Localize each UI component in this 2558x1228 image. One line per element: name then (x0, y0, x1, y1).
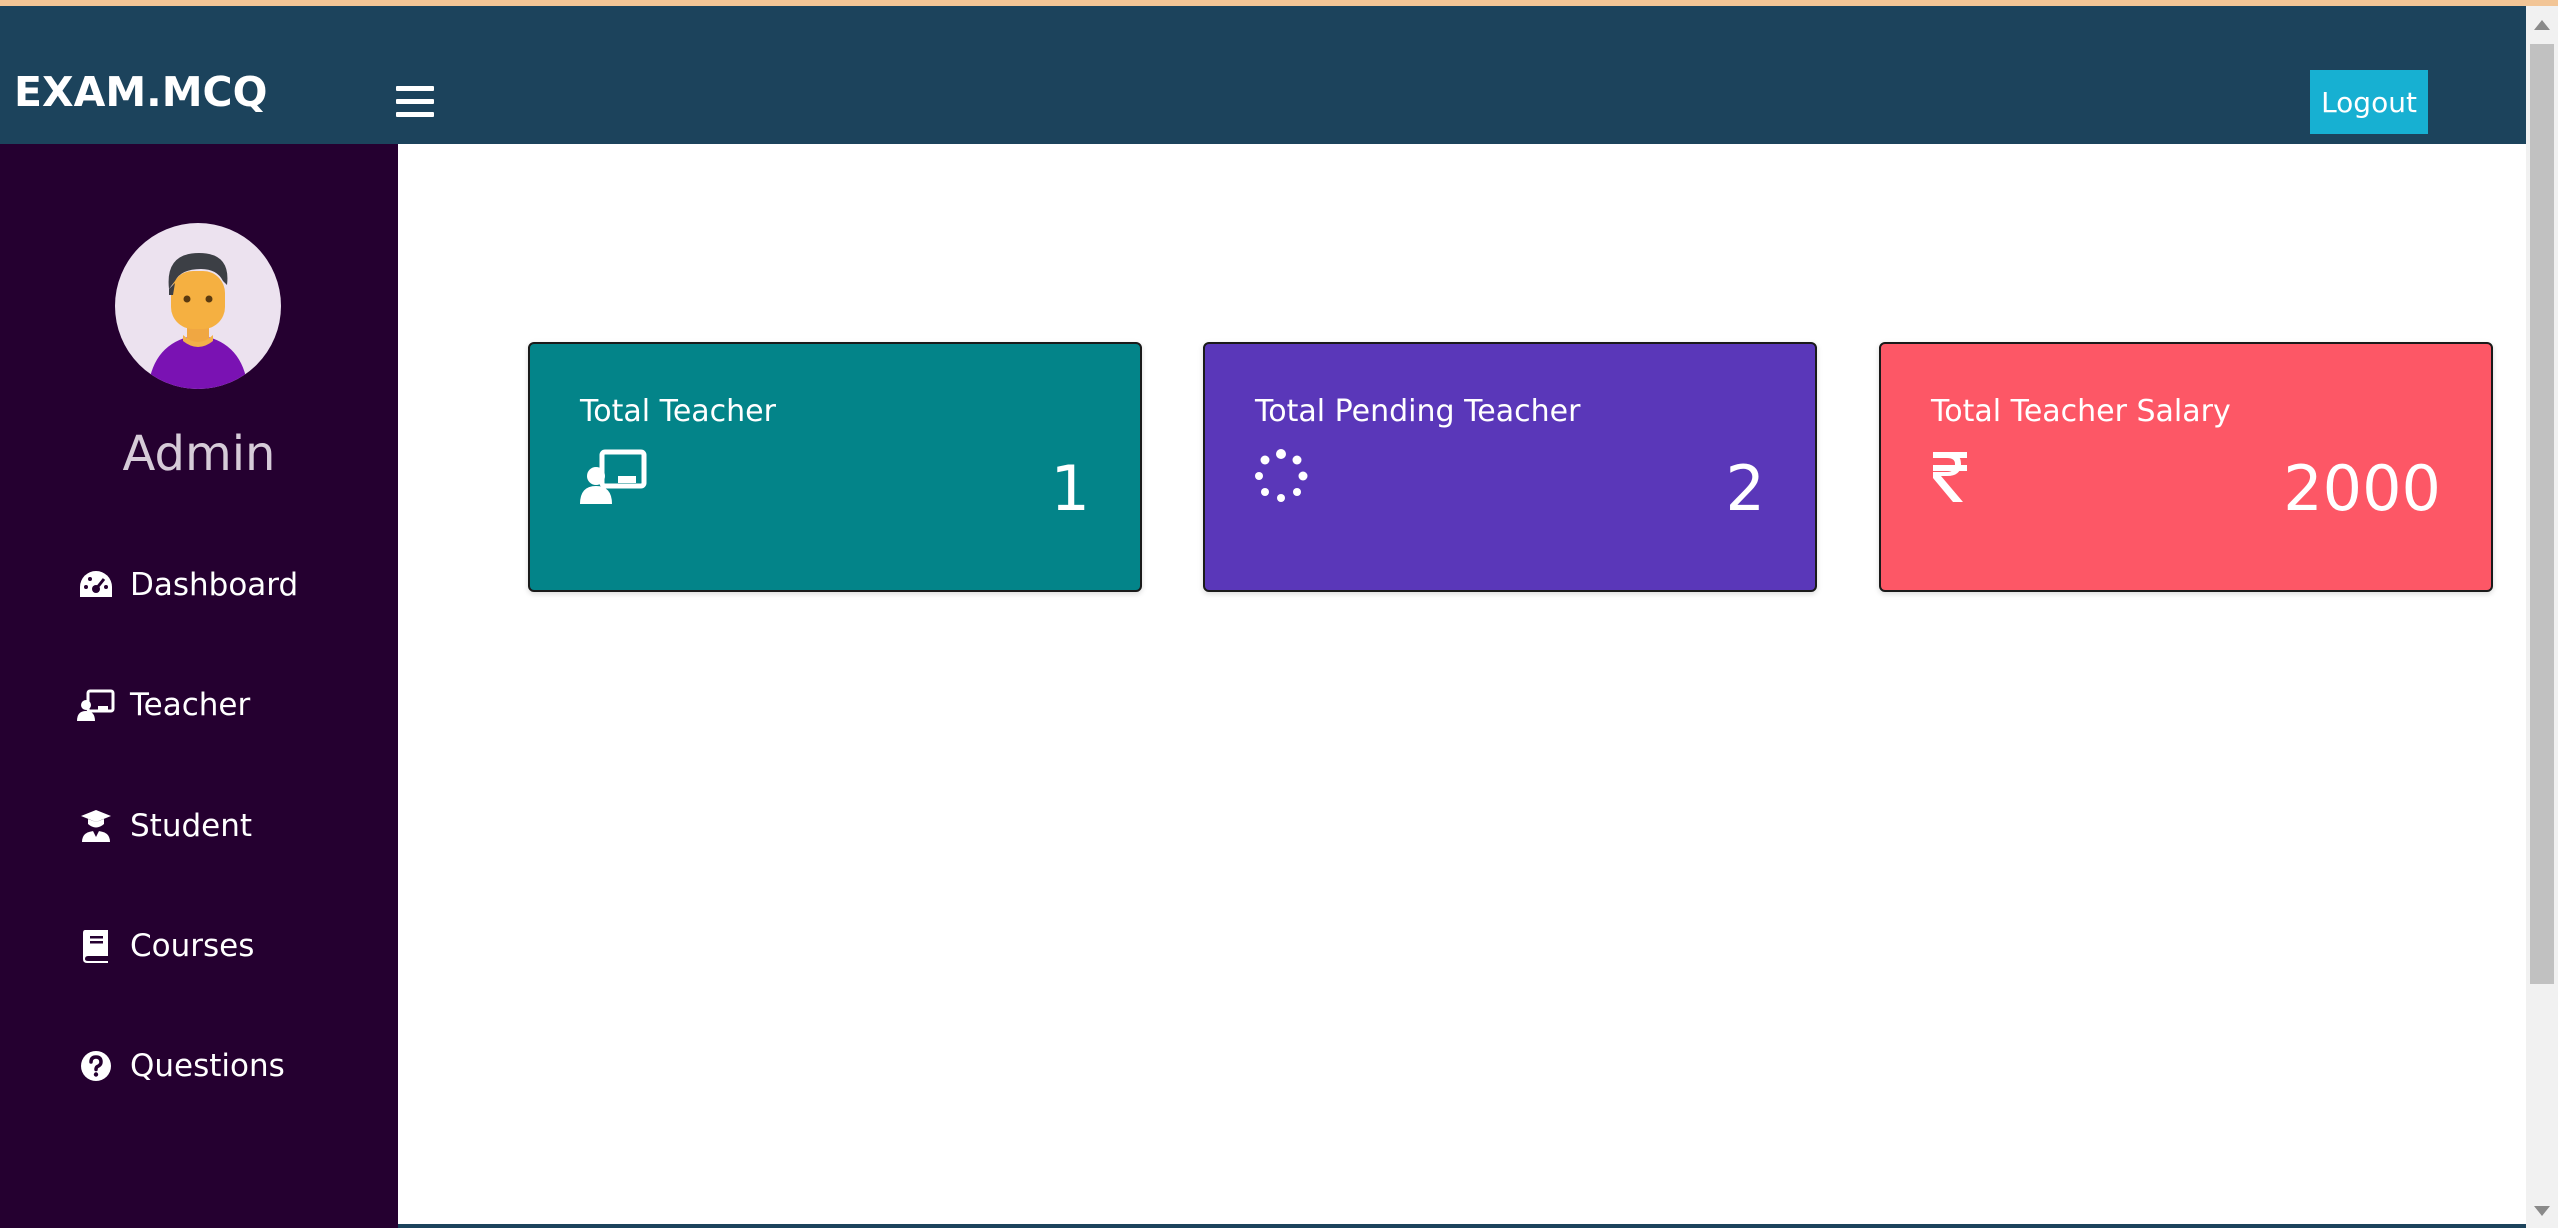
scrollbar-thumb[interactable] (2530, 44, 2554, 984)
tachometer-icon (76, 565, 116, 605)
top-navbar: EXAM.MCQ Logout (0, 6, 2526, 144)
user-graduate-icon (76, 806, 116, 846)
question-circle-icon (76, 1046, 116, 1086)
sidebar-user-name: Admin (122, 426, 276, 482)
sidebar-item-student[interactable]: Student (76, 801, 252, 851)
brand-logo[interactable]: EXAM.MCQ (14, 68, 267, 116)
sidebar-item-label: Teacher (130, 687, 251, 723)
scroll-down-arrow-icon[interactable] (2534, 1206, 2550, 1216)
spinner-icon (1255, 448, 1325, 508)
card-title: Total Pending Teacher (1255, 394, 1581, 429)
card-title: Total Teacher (580, 394, 776, 429)
sidebar-item-label: Courses (130, 928, 255, 964)
card-title: Total Teacher Salary (1931, 394, 2231, 429)
sidebar-item-dashboard[interactable]: Dashboard (76, 560, 298, 610)
logout-button[interactable]: Logout (2310, 70, 2428, 134)
card-value: 1 (1050, 452, 1090, 525)
chalkboard-teacher-icon (76, 685, 116, 725)
sidebar-item-questions[interactable]: Questions (76, 1041, 285, 1091)
sidebar-item-label: Student (130, 808, 253, 844)
scroll-up-arrow-icon[interactable] (2534, 20, 2550, 30)
card-total-teacher-salary[interactable]: Total Teacher Salary 2000 (1879, 342, 2493, 592)
bottom-divider (398, 1224, 2526, 1228)
page-scrollbar[interactable] (2526, 6, 2558, 1228)
menu-toggle-icon[interactable] (396, 86, 434, 120)
sidebar-item-label: Dashboard (130, 567, 299, 603)
book-icon (76, 926, 116, 966)
rupee-icon (1931, 448, 2001, 508)
chalkboard-teacher-icon (580, 448, 650, 508)
sidebar-item-label: Questions (130, 1048, 285, 1084)
card-total-pending-teacher[interactable]: Total Pending Teacher 2 (1203, 342, 1817, 592)
card-value: 2 (1725, 452, 1765, 525)
sidebar-item-teacher[interactable]: Teacher (76, 680, 250, 730)
sidebar-item-courses[interactable]: Courses (76, 921, 254, 971)
card-value: 2000 (2283, 452, 2441, 525)
card-total-teacher[interactable]: Total Teacher 1 (528, 342, 1142, 592)
avatar (115, 223, 281, 389)
